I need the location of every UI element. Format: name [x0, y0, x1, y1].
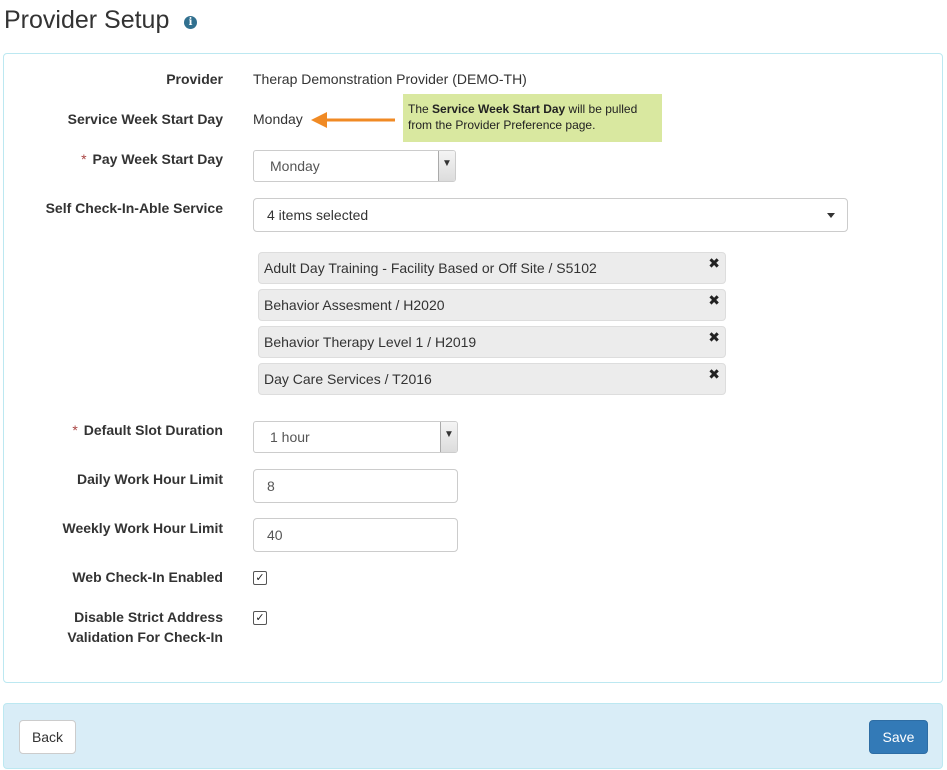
callout-bold-text: Service Week Start Day: [432, 102, 566, 116]
back-button[interactable]: Back: [19, 720, 76, 754]
self-checkin-service-label: Self Check-In-Able Service: [45, 200, 223, 216]
selected-service-chip: Adult Day Training - Facility Based or O…: [258, 252, 726, 284]
slot-duration-label-text: Default Slot Duration: [83, 422, 223, 438]
weekly-work-hour-limit-label: Weekly Work Hour Limit: [62, 520, 223, 536]
label-line-1: Disable Strict Address: [74, 609, 223, 625]
self-checkin-service-multiselect[interactable]: 4 items selected: [253, 198, 848, 232]
web-checkin-enabled-label: Web Check-In Enabled: [72, 569, 223, 585]
save-button[interactable]: Save: [869, 720, 928, 754]
pay-week-start-day-select[interactable]: Monday ▼: [253, 150, 456, 182]
pay-week-start-day-label: * Pay Week Start Day: [81, 149, 223, 169]
default-slot-duration-label: * Default Slot Duration: [72, 420, 223, 440]
annotation-callout: The Service Week Start Day will be pulle…: [403, 94, 662, 142]
slot-duration-selected-value: 1 hour: [270, 429, 310, 445]
daily-work-hour-limit-input[interactable]: [253, 469, 458, 503]
callout-prefix: The: [408, 102, 433, 116]
remove-icon[interactable]: ✖: [708, 293, 720, 309]
weekly-work-hour-limit-input[interactable]: [253, 518, 458, 552]
caret-down-icon: [827, 213, 835, 218]
chevron-down-icon: ▼: [442, 158, 452, 169]
checkmark-icon: ✓: [255, 571, 265, 584]
chip-label: Day Care Services / T2016: [264, 371, 432, 387]
pay-week-label-text: Pay Week Start Day: [92, 151, 223, 167]
pay-week-selected-value: Monday: [270, 158, 320, 174]
selected-service-chip: Behavior Assesment / H2020 ✖: [258, 289, 726, 321]
web-checkin-enabled-checkbox[interactable]: ✓: [253, 571, 267, 585]
form-footer: Back Save: [3, 703, 943, 769]
chevron-down-icon: ▼: [444, 429, 454, 440]
service-week-start-day-value: Monday: [253, 111, 303, 127]
default-slot-duration-select[interactable]: 1 hour ▼: [253, 421, 458, 453]
disable-strict-address-label: Disable Strict Address Validation For Ch…: [67, 607, 223, 647]
label-line-2: Validation For Check-In: [67, 629, 223, 645]
chip-label: Adult Day Training - Facility Based or O…: [264, 260, 597, 276]
provider-value: Therap Demonstration Provider (DEMO-TH): [253, 71, 527, 87]
provider-label: Provider: [166, 71, 223, 87]
service-week-start-day-label: Service Week Start Day: [67, 111, 223, 127]
chip-label: Behavior Assesment / H2020: [264, 297, 445, 313]
info-circle-icon[interactable]: i: [184, 16, 197, 29]
page-title: Provider Setup: [4, 6, 170, 34]
selected-service-chip: Behavior Therapy Level 1 / H2019 ✖: [258, 326, 726, 358]
disable-strict-address-checkbox[interactable]: ✓: [253, 611, 267, 625]
dropdown-button[interactable]: ▼: [438, 151, 455, 181]
remove-icon[interactable]: ✖: [708, 256, 720, 272]
checkmark-icon: ✓: [255, 611, 265, 624]
required-mark: *: [72, 422, 78, 438]
dropdown-button[interactable]: ▼: [440, 422, 457, 452]
remove-icon[interactable]: ✖: [708, 367, 720, 383]
multiselect-summary: 4 items selected: [267, 207, 369, 223]
daily-work-hour-limit-label: Daily Work Hour Limit: [77, 471, 223, 487]
required-mark: *: [81, 151, 87, 167]
annotation-arrow-icon: [311, 112, 395, 128]
chip-label: Behavior Therapy Level 1 / H2019: [264, 334, 477, 350]
remove-icon[interactable]: ✖: [708, 330, 720, 346]
selected-service-chip: Day Care Services / T2016 ✖: [258, 363, 726, 395]
